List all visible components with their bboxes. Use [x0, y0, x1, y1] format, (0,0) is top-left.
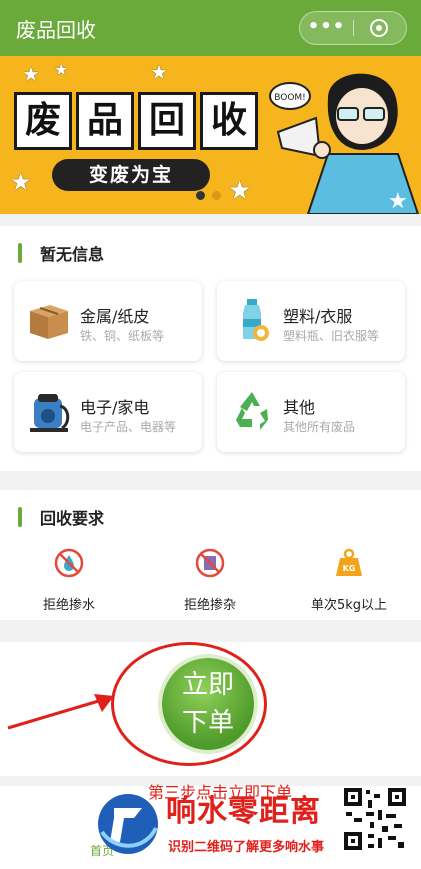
banner-title-char: 品 [76, 92, 134, 150]
capsule-divider [353, 20, 354, 36]
watermark-subtitle: 识别二维码了解更多响水事 [168, 840, 325, 855]
close-miniprogram-button[interactable] [370, 19, 388, 37]
section-accent-bar [18, 507, 22, 527]
category-name: 塑料/衣服 [283, 307, 353, 326]
miniprogram-capsule: ••• [299, 11, 407, 45]
category-desc: 铁、铜、纸板等 [80, 329, 165, 343]
category-desc: 其他所有废品 [283, 420, 356, 434]
requirement-item: KG 单次5kg以上 [294, 548, 404, 613]
watermark-logo-icon [98, 794, 158, 854]
category-electronics[interactable]: 电子/家电 电子产品、电器等 [14, 372, 202, 452]
section-title: 回收要求 [40, 509, 105, 528]
section-accent-bar [18, 243, 22, 263]
order-button-line2: 下单 [181, 708, 234, 738]
category-name: 金属/纸皮 [80, 307, 150, 326]
watermark-brand: 响水零距离 [166, 794, 321, 829]
qr-code-icon [342, 786, 408, 852]
requirement-label: 拒绝掺杂 [183, 598, 236, 613]
category-metal-paper[interactable]: 金属/纸皮 铁、铜、纸板等 [14, 281, 202, 361]
carousel-dot[interactable] [196, 191, 205, 200]
category-desc: 塑料瓶、旧衣服等 [283, 329, 380, 343]
page-title: 废品回收 [16, 18, 96, 42]
order-button-line1: 立即 [181, 670, 234, 700]
no-water-icon [54, 548, 84, 578]
section-header: 暂无信息 [18, 242, 104, 264]
category-other[interactable]: 其他 其他所有废品 [217, 372, 405, 452]
category-plastic-clothes[interactable]: 塑料/衣服 塑料瓶、旧衣服等 [217, 281, 405, 361]
banner-title-char: 回 [138, 92, 196, 150]
banner-carousel[interactable]: ★ ★ ★ ★ ★ 废 品 回 收 变废为宝 BOOM! ★ [0, 56, 421, 214]
star-icon: ★ [150, 60, 168, 84]
requirements-section: 回收要求 拒绝掺水 拒绝掺杂 KG 单次5kg以上 [0, 490, 421, 620]
category-name: 电子/家电 [80, 398, 150, 417]
requirement-item: 拒绝掺水 [14, 548, 124, 613]
star-icon: ★ [22, 62, 40, 86]
cartoon-girl-megaphone-illustration: BOOM! ★ [269, 73, 420, 214]
carousel-dot[interactable] [212, 191, 221, 200]
top-nav-bar: 废品回收 ••• [0, 0, 421, 56]
recycle-icon [236, 392, 268, 430]
section-header: 回收要求 [18, 506, 104, 528]
bubble-text: BOOM! [274, 93, 306, 103]
section-title: 暂无信息 [40, 245, 105, 264]
banner-title-char: 废 [14, 92, 72, 150]
banner-slogan: 变废为宝 [52, 159, 210, 191]
kg-badge-text: KG [343, 564, 356, 573]
annotation-arrow-icon [7, 694, 114, 730]
place-order-button[interactable]: 立即 下单 [162, 658, 254, 750]
svg-text:★: ★ [388, 189, 408, 214]
appliance-icon [30, 394, 70, 432]
cardboard-box-icon [30, 305, 68, 339]
banner-title: 废 品 回 收 [14, 92, 258, 152]
more-menu-button[interactable]: ••• [300, 12, 353, 44]
banner-title-char: 收 [200, 92, 258, 150]
requirement-label: 单次5kg以上 [310, 598, 388, 613]
category-name: 其他 [283, 398, 316, 417]
weight-kg-icon: KG [336, 548, 362, 576]
star-icon: ★ [10, 168, 32, 196]
plastic-bottle-icon [243, 299, 269, 341]
requirement-item: 拒绝掺杂 [155, 548, 265, 613]
no-mixing-icon [195, 548, 225, 578]
category-section: 暂无信息 金属/纸皮 铁、铜、纸板等 塑料/衣服 塑料瓶、旧衣服等 电子/家电 … [0, 226, 421, 471]
star-icon: ★ [228, 176, 252, 206]
star-icon: ★ [54, 60, 69, 79]
category-desc: 电子产品、电器等 [80, 420, 177, 434]
requirement-label: 拒绝掺水 [42, 598, 95, 613]
carousel-indicator [196, 191, 221, 200]
